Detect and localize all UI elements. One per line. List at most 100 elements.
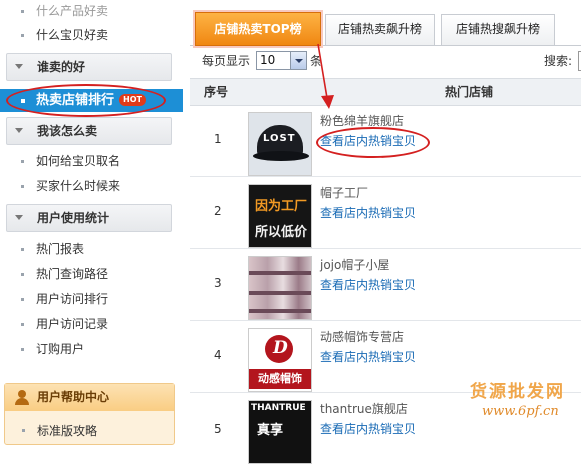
tab-bar: 店铺热卖TOP榜 店铺热卖飙升榜 店铺热搜飙升榜 bbox=[190, 12, 581, 46]
user-icon bbox=[15, 390, 29, 405]
tab-label: 店铺热卖飙升榜 bbox=[337, 22, 422, 36]
sidebar-item-label: 订购用户 bbox=[36, 342, 85, 356]
sidebar-item-label: 什么宝贝好卖 bbox=[36, 28, 109, 42]
sidebar-item-user-visit-log[interactable]: 用户访问记录 bbox=[0, 313, 183, 335]
view-hot-items-link[interactable]: 查看店内热销宝贝 bbox=[320, 132, 416, 149]
rack-bar bbox=[249, 309, 311, 313]
table-row: 1 LOST 粉色绵羊旗舰店 查看店内热销宝贝 bbox=[190, 105, 581, 177]
sidebar: 什么产品好卖 什么宝贝好卖 谁卖的好 热卖店铺排行 HOT 我该怎么卖 如何给宝… bbox=[0, 0, 183, 445]
per-page-unit: 条 bbox=[310, 54, 323, 68]
search-label: 搜索: bbox=[544, 54, 573, 68]
bullet-icon bbox=[21, 160, 24, 163]
sidebar-item-label: 买家什么时候来 bbox=[36, 179, 121, 193]
shop-thumbnail[interactable]: THANTRUE 真享 bbox=[248, 400, 312, 464]
sidebar-item-buyer-times[interactable]: 买家什么时候来 bbox=[0, 175, 183, 197]
sidebar-item-label: 如何给宝贝取名 bbox=[36, 154, 121, 168]
sidebar-item-label: 用户访问记录 bbox=[36, 317, 109, 331]
shop-name[interactable]: 粉色绵羊旗舰店 bbox=[320, 112, 404, 129]
bullet-icon bbox=[21, 185, 24, 188]
tab-shop-search-rising[interactable]: 店铺热搜飙升榜 bbox=[441, 14, 555, 45]
help-center-header[interactable]: 用户帮助中心 bbox=[5, 384, 174, 411]
bullet-icon bbox=[21, 34, 24, 37]
shop-name[interactable]: 动感帽饰专营店 bbox=[320, 328, 404, 345]
shop-name[interactable]: 帽子工厂 bbox=[320, 184, 368, 201]
sidebar-item-label: 热卖店铺排行 bbox=[36, 93, 115, 108]
help-center-panel: 用户帮助中心 标准版攻略 bbox=[4, 383, 175, 445]
sidebar-item-popular-items[interactable]: 什么宝贝好卖 bbox=[0, 24, 183, 46]
section-title: 谁卖的好 bbox=[37, 60, 86, 74]
per-page-select[interactable]: 10 bbox=[256, 51, 307, 70]
sidebar-item-naming[interactable]: 如何给宝贝取名 bbox=[0, 150, 183, 172]
watermark-title: 货源批发网 bbox=[470, 382, 565, 402]
shop-name[interactable]: thantrue旗舰店 bbox=[320, 400, 408, 417]
tab-label: 店铺热卖TOP榜 bbox=[214, 22, 302, 36]
shop-thumbnail[interactable]: LOST bbox=[248, 112, 312, 176]
hot-badge: HOT bbox=[119, 94, 146, 106]
chevron-down-icon bbox=[15, 64, 23, 69]
main-content: 店铺热卖TOP榜 店铺热卖飙升榜 店铺热搜飙升榜 每页显示 10 条 搜索: 序… bbox=[183, 0, 581, 464]
rack-bar bbox=[249, 291, 311, 295]
dropdown-button[interactable] bbox=[290, 52, 306, 69]
thumbnail-text: THANTRUE bbox=[251, 403, 306, 413]
thumbnail-text: 所以低价 bbox=[255, 225, 308, 240]
thumbnail-text: D bbox=[273, 338, 288, 358]
per-page-value: 10 bbox=[260, 53, 276, 67]
bullet-icon bbox=[21, 273, 24, 276]
sidebar-item-hot-shop-ranking[interactable]: 热卖店铺排行 HOT bbox=[0, 89, 183, 112]
bullet-icon bbox=[21, 323, 24, 326]
view-hot-items-link[interactable]: 查看店内热销宝贝 bbox=[320, 204, 416, 221]
thumbnail-text: 动感帽饰 bbox=[249, 369, 311, 389]
sidebar-section-user-stats[interactable]: 用户使用统计 bbox=[6, 204, 172, 232]
sidebar-item-user-visit-ranking[interactable]: 用户访问排行 bbox=[0, 288, 183, 310]
rank-number: 1 bbox=[214, 132, 222, 146]
table-header: 序号 热门店铺 bbox=[190, 78, 581, 106]
sidebar-item-label: 热门报表 bbox=[36, 242, 85, 256]
section-title: 我该怎么卖 bbox=[37, 124, 98, 138]
bullet-icon bbox=[21, 248, 24, 251]
bullet-icon bbox=[21, 99, 25, 103]
sidebar-item-hot-reports[interactable]: 热门报表 bbox=[0, 238, 183, 260]
per-page-label: 每页显示 bbox=[202, 54, 251, 68]
sidebar-section-who-sells-well[interactable]: 谁卖的好 bbox=[6, 53, 172, 81]
shop-thumbnail[interactable]: 因为工厂 所以低价 bbox=[248, 184, 312, 248]
view-hot-items-link[interactable]: 查看店内热销宝贝 bbox=[320, 348, 416, 365]
section-title: 用户使用统计 bbox=[37, 211, 110, 225]
table-row: 3 jojo帽子小屋 查看店内热销宝贝 bbox=[190, 249, 581, 321]
column-header-rank: 序号 bbox=[204, 85, 229, 99]
sidebar-item-label: 热门查询路径 bbox=[36, 267, 109, 281]
chevron-down-icon bbox=[15, 215, 23, 220]
sidebar-section-how-to-sell[interactable]: 我该怎么卖 bbox=[6, 117, 172, 145]
help-center-title: 用户帮助中心 bbox=[37, 390, 110, 404]
chevron-down-icon bbox=[15, 128, 23, 133]
table-toolbar: 每页显示 10 条 搜索: bbox=[190, 47, 581, 75]
view-hot-items-link[interactable]: 查看店内热销宝贝 bbox=[320, 276, 416, 293]
tab-label: 店铺热搜飙升榜 bbox=[455, 22, 540, 36]
bullet-icon bbox=[21, 298, 24, 301]
shop-thumbnail[interactable]: D 动感帽饰 bbox=[248, 328, 312, 392]
brand-logo: D bbox=[265, 335, 293, 363]
tab-shop-hot-top[interactable]: 店铺热卖TOP榜 bbox=[195, 12, 321, 46]
thumbnail-text: LOST bbox=[263, 133, 296, 144]
rank-number: 3 bbox=[214, 276, 222, 290]
sidebar-item-label: 用户访问排行 bbox=[36, 292, 109, 306]
sidebar-item-hot-query-path[interactable]: 热门查询路径 bbox=[0, 263, 183, 285]
thumbnail-text: 真享 bbox=[257, 423, 284, 438]
cap-brim bbox=[253, 151, 309, 161]
rank-number: 5 bbox=[214, 422, 222, 436]
bullet-icon bbox=[21, 348, 24, 351]
tab-shop-hot-rising[interactable]: 店铺热卖飙升榜 bbox=[325, 14, 435, 45]
shop-thumbnail[interactable] bbox=[248, 256, 312, 320]
help-item-standard-guide[interactable]: 标准版攻略 bbox=[5, 422, 174, 440]
chevron-down-icon bbox=[295, 59, 303, 63]
view-hot-items-link[interactable]: 查看店内热销宝贝 bbox=[320, 420, 416, 437]
thumbnail-text: 因为工厂 bbox=[255, 199, 308, 214]
bullet-icon bbox=[21, 10, 24, 13]
bullet-icon bbox=[22, 429, 25, 432]
help-item-label: 标准版攻略 bbox=[37, 424, 98, 438]
sidebar-item-popular-products[interactable]: 什么产品好卖 bbox=[0, 0, 183, 22]
rank-number: 4 bbox=[214, 348, 222, 362]
rank-number: 2 bbox=[214, 204, 222, 218]
shop-name[interactable]: jojo帽子小屋 bbox=[320, 256, 389, 273]
sidebar-item-label: 什么产品好卖 bbox=[36, 4, 109, 18]
sidebar-item-subscribers[interactable]: 订购用户 bbox=[0, 338, 183, 360]
